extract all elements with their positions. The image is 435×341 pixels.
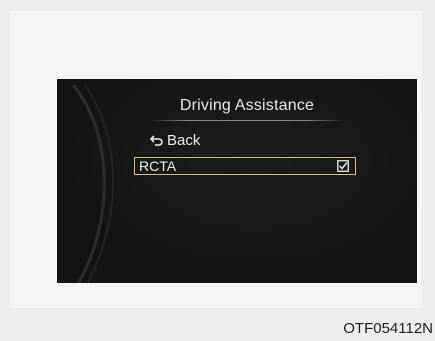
- gauge-arc-decoration: [71, 85, 114, 283]
- title-divider: [149, 120, 345, 121]
- back-arrow-icon: [150, 134, 163, 146]
- menu-item-rcta[interactable]: RCTA: [134, 157, 356, 175]
- checkbox-checked-icon[interactable]: [337, 160, 349, 172]
- figure-panel: Driving Assistance Back RCTA: [10, 11, 422, 308]
- menu-item-label: RCTA: [139, 158, 177, 174]
- figure-code: OTF054112N: [343, 320, 433, 337]
- menu-title: Driving Assistance: [179, 97, 315, 114]
- back-label: Back: [167, 131, 201, 149]
- back-button[interactable]: Back: [150, 131, 200, 149]
- cluster-display: Driving Assistance Back RCTA: [57, 79, 417, 283]
